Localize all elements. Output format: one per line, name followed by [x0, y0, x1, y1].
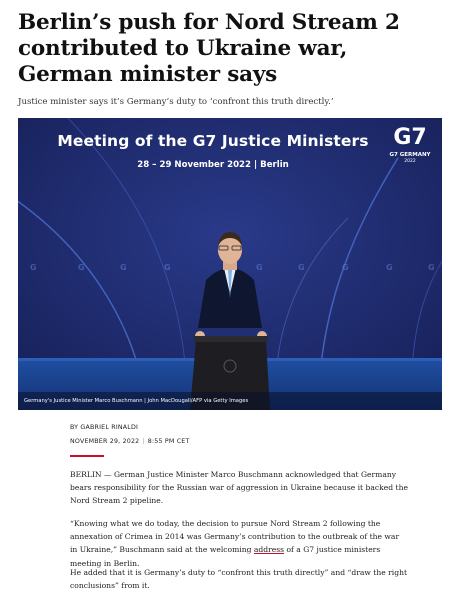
article-byline[interactable]: BY GABRIEL RINALDI	[70, 424, 138, 431]
paragraph-3: He added that it is Germany’s duty to “c…	[70, 568, 408, 591]
address-link[interactable]: address	[254, 545, 284, 554]
svg-text:G: G	[164, 263, 171, 272]
date-separator: |	[142, 438, 145, 445]
svg-text:G: G	[120, 263, 127, 272]
g7-logo-mark: G7	[393, 125, 427, 150]
g7-logo-name: G7 GERMANY	[389, 152, 431, 158]
banner-subtitle: 28 – 29 November 2022 | Berlin	[137, 160, 289, 170]
svg-text:G: G	[342, 263, 349, 272]
paragraph-2: “Knowing what we do today, the decision …	[70, 517, 408, 570]
banner-title: Meeting of the G7 Justice Ministers	[57, 132, 369, 150]
g7-logo-year: 2022	[404, 159, 416, 164]
svg-text:G: G	[386, 263, 393, 272]
svg-text:G: G	[256, 263, 263, 272]
article-subhead: Justice minister says it’s Germany’s dut…	[18, 97, 334, 107]
svg-text:G: G	[30, 263, 37, 272]
photo-caption: Germany's Justice Minister Marco Buschma…	[18, 392, 442, 410]
svg-text:G: G	[78, 263, 85, 272]
publish-time: 8:55 PM CET	[147, 438, 190, 445]
article-headline: Berlin’s push for Nord Stream 2 contribu…	[18, 10, 400, 87]
lead-photo[interactable]: G G G G G G G G G Meeting of the G7 Justice Mi…	[18, 118, 442, 410]
publish-date: NOVEMBER 29, 2022	[70, 438, 140, 445]
svg-text:G: G	[298, 263, 305, 272]
article-dateline: NOVEMBER 29, 2022 | 8:55 PM CET	[70, 438, 190, 445]
paragraph-1: BERLIN — German Justice Minister Marco B…	[70, 470, 408, 506]
g7-logo: G7 G7 GERMANY 2022	[388, 124, 432, 165]
accent-rule	[70, 455, 104, 457]
svg-text:G: G	[428, 263, 435, 272]
